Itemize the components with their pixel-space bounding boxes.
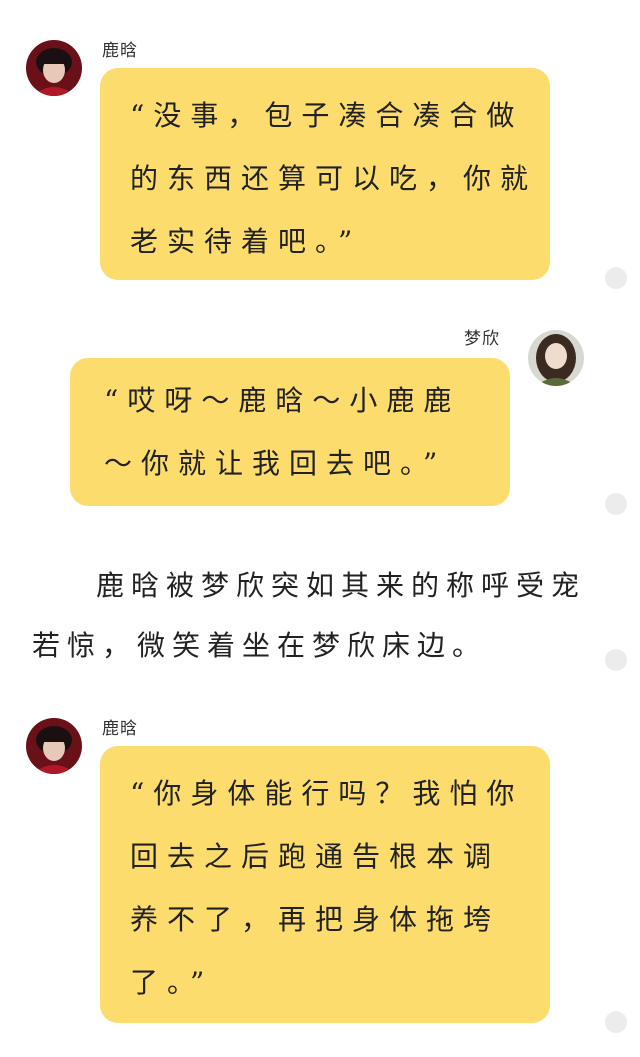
avatar-luhan[interactable] [26,40,82,96]
avatar-luhan[interactable] [26,718,82,774]
narration-text: 鹿晗被梦欣突如其来的称呼受宠若惊，微笑着坐在梦欣床边。 [32,569,587,662]
message-bubble-3: “你身体能行吗？我怕你 回去之后跑通告根本调 养不了，再把身体拖垮 了。” [100,746,550,1023]
message-bubble-2: “哎呀～鹿晗～小鹿鹿 ～你就让我回去吧。” [70,358,510,506]
paragraph-status-dot[interactable] [605,649,627,671]
message-status-dot[interactable] [605,493,627,515]
sender-name: 梦欣 [464,329,500,349]
message-bubble-1: “没事，包子凑合凑合做 的东西还算可以吃，你就 老实待着吧。” [100,68,550,280]
message-status-dot[interactable] [605,267,627,289]
sender-name: 鹿晗 [102,719,138,739]
sender-name: 鹿晗 [102,41,138,61]
message-status-dot[interactable] [605,1011,627,1033]
avatar-mengxin[interactable] [528,330,584,386]
